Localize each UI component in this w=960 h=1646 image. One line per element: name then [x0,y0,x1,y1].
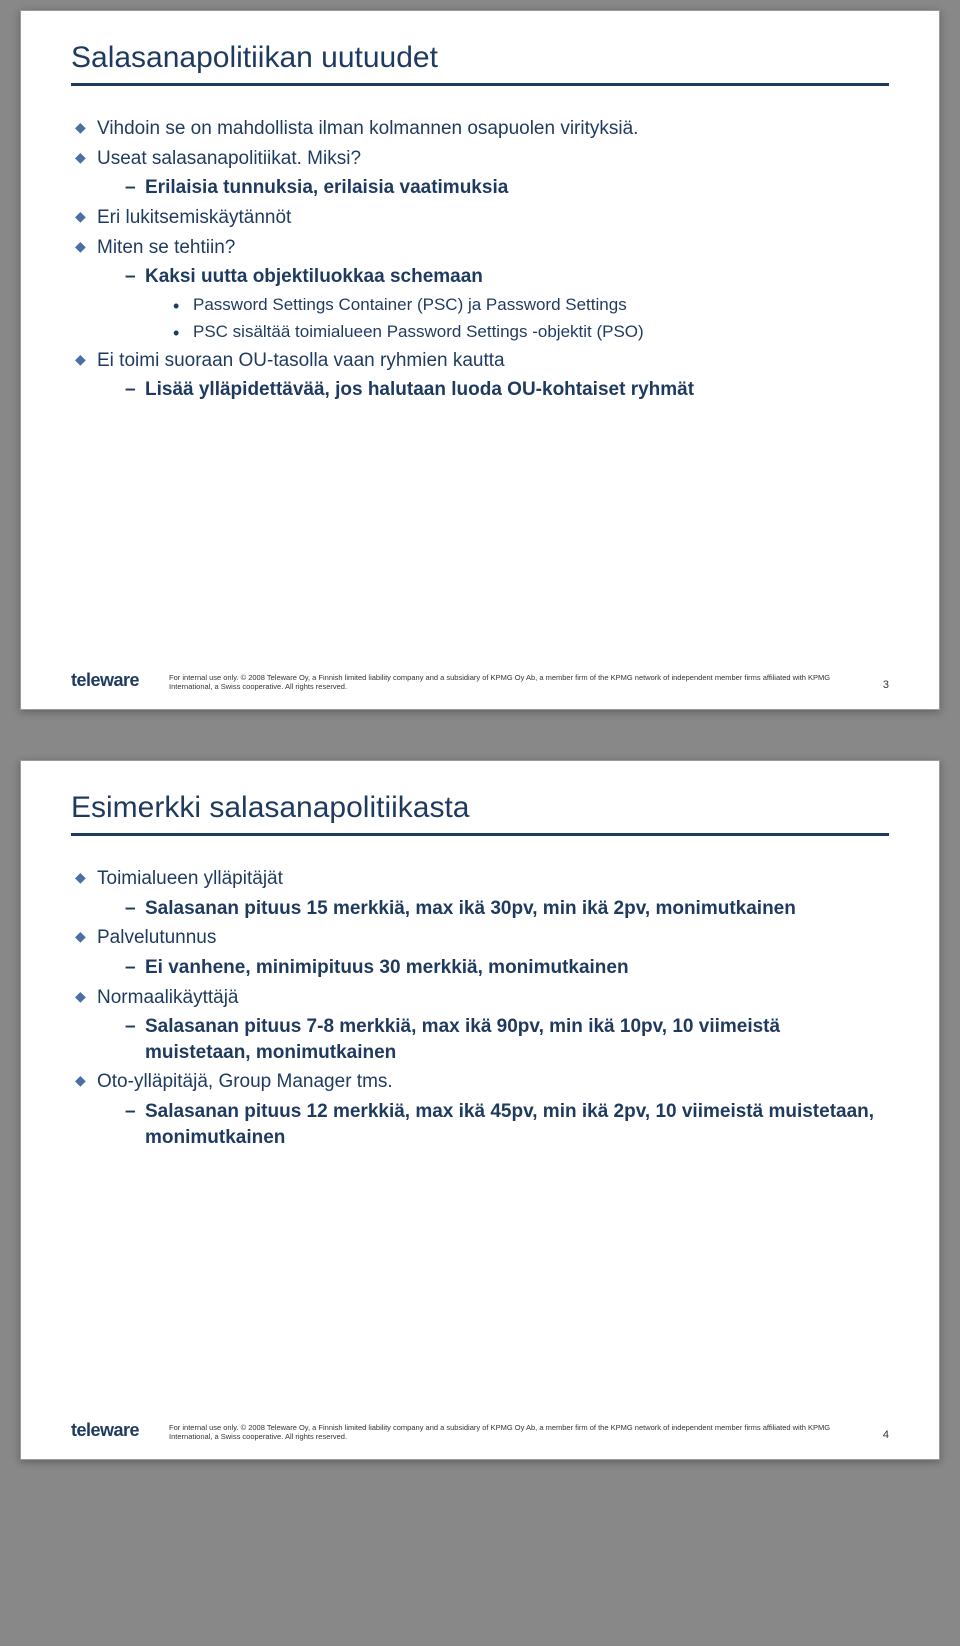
list-item: Normaalikäyttäjä Salasanan pituus 7-8 me… [71,985,889,1066]
list-item: Salasanan pituus 7-8 merkkiä, max ikä 90… [125,1014,889,1065]
list-item: Vihdoin se on mahdollista ilman kolmanne… [71,116,889,142]
item-text: Miten se tehtiin? [97,237,235,258]
item-text: Ei toimi suoraan OU-tasolla vaan ryhmien… [97,350,505,371]
page-number: 3 [883,679,889,691]
slide-title: Esimerkki salasanapolitiikasta [71,791,889,825]
item-text: Password Settings Container (PSC) ja Pas… [193,295,627,314]
list-item: Salasanan pituus 12 merkkiä, max ikä 45p… [125,1099,889,1150]
legal-text: For internal use only. © 2008 Teleware O… [169,673,853,691]
slide-title: Salasanapolitiikan uutuudet [71,41,889,75]
item-text: Vihdoin se on mahdollista ilman kolmanne… [97,118,638,139]
list-item: Ei vanhene, minimipituus 30 merkkiä, mon… [125,955,889,981]
slide-content: Toimialueen ylläpitäjät Salasanan pituus… [71,866,889,1150]
item-text: Oto-ylläpitäjä, Group Manager tms. [97,1071,393,1092]
list-item: Ei toimi suoraan OU-tasolla vaan ryhmien… [71,348,889,403]
title-bar: Salasanapolitiikan uutuudet [71,41,889,86]
brand-logo: teleware [71,670,139,691]
item-text: Ei vanhene, minimipituus 30 merkkiä, mon… [145,957,629,978]
item-text: Palvelutunnus [97,927,216,948]
item-text: Kaksi uutta objektiluokkaa schemaan [145,266,483,287]
slide: Esimerkki salasanapolitiikasta Toimialue… [20,760,940,1460]
list-item: Eri lukitsemiskäytännöt [71,205,889,231]
slide-footer: teleware For internal use only. © 2008 T… [71,1420,889,1441]
list-item: Palvelutunnus Ei vanhene, minimipituus 3… [71,925,889,980]
page-number: 4 [883,1429,889,1441]
slide-footer: teleware For internal use only. © 2008 T… [71,670,889,691]
list-item: Lisää ylläpidettävää, jos halutaan luoda… [125,377,889,403]
list-item: Oto-ylläpitäjä, Group Manager tms. Salas… [71,1069,889,1150]
item-text: Salasanan pituus 7-8 merkkiä, max ikä 90… [145,1016,780,1063]
list-item: Miten se tehtiin? Kaksi uutta objektiluo… [71,235,889,344]
item-text: Toimialueen ylläpitäjät [97,868,283,889]
title-bar: Esimerkki salasanapolitiikasta [71,791,889,836]
item-text: Normaalikäyttäjä [97,987,239,1008]
item-text: Salasanan pituus 12 merkkiä, max ikä 45p… [145,1101,874,1148]
list-item: Password Settings Container (PSC) ja Pas… [173,294,889,317]
slide-content: Vihdoin se on mahdollista ilman kolmanne… [71,116,889,403]
slide: Salasanapolitiikan uutuudet Vihdoin se o… [20,10,940,710]
item-text: Eri lukitsemiskäytännöt [97,207,291,228]
list-item: Toimialueen ylläpitäjät Salasanan pituus… [71,866,889,921]
list-item: Erilaisia tunnuksia, erilaisia vaatimuks… [125,175,889,201]
item-text: Erilaisia tunnuksia, erilaisia vaatimuks… [145,177,508,198]
item-text: Salasanan pituus 15 merkkiä, max ikä 30p… [145,898,796,919]
list-item: Salasanan pituus 15 merkkiä, max ikä 30p… [125,896,889,922]
legal-text: For internal use only. © 2008 Teleware O… [169,1423,853,1441]
item-text: Lisää ylläpidettävää, jos halutaan luoda… [145,379,694,400]
list-item: Useat salasanapolitiikat. Miksi? Erilais… [71,146,889,201]
item-text: PSC sisältää toimialueen Password Settin… [193,322,644,341]
brand-logo: teleware [71,1420,139,1441]
list-item: Kaksi uutta objektiluokkaa schemaan Pass… [125,264,889,344]
list-item: PSC sisältää toimialueen Password Settin… [173,321,889,344]
item-text: Useat salasanapolitiikat. Miksi? [97,148,361,169]
